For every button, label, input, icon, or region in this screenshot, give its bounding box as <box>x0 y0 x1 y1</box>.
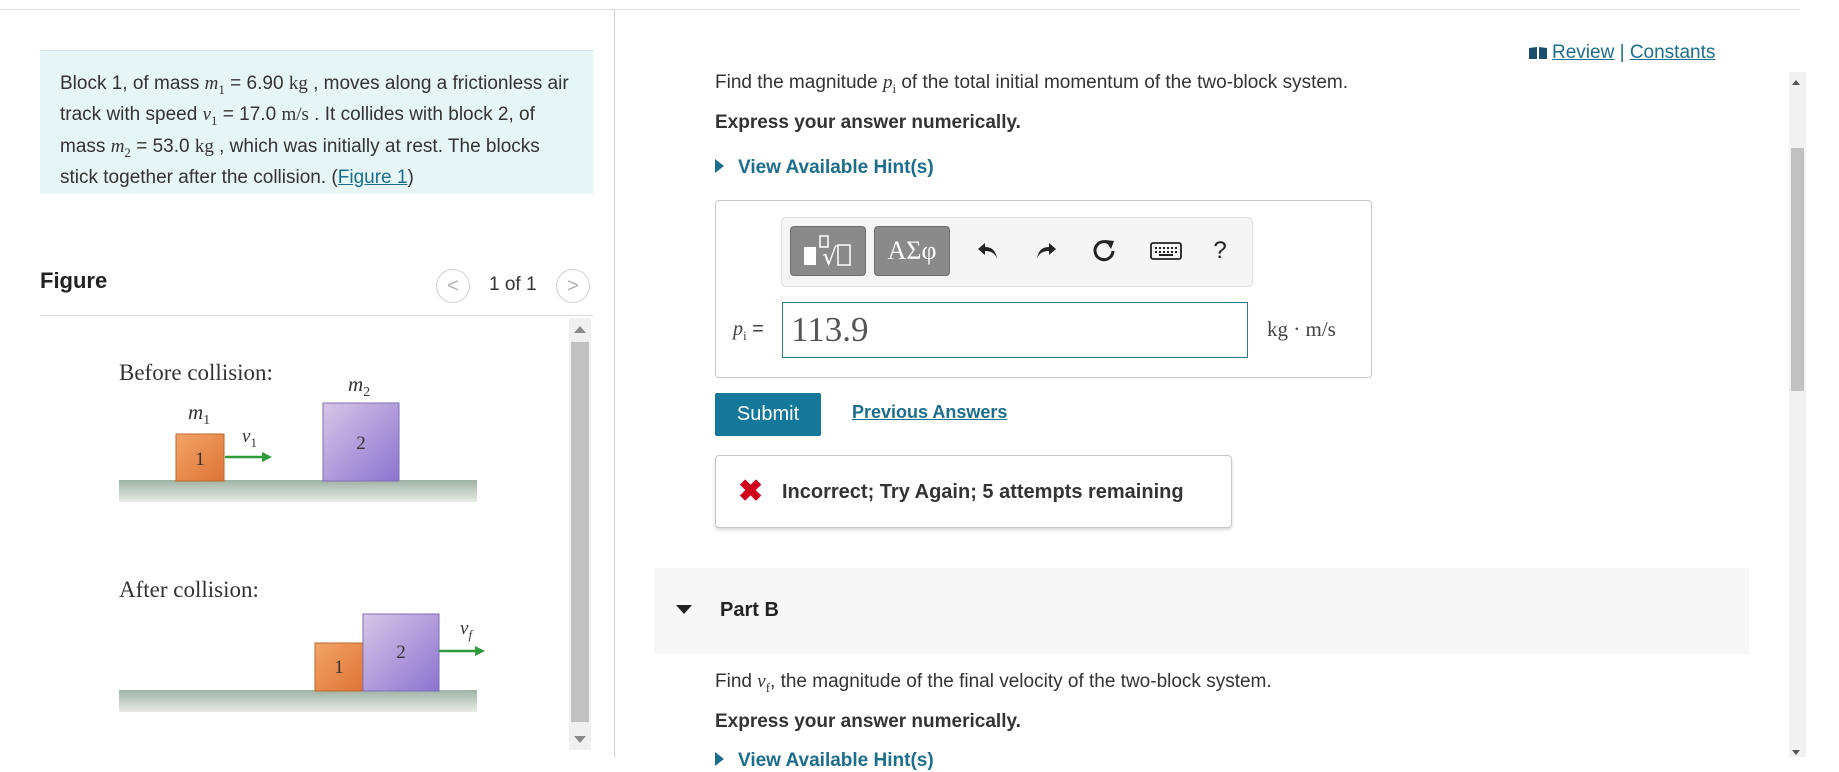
before-collision-label: Before collision: <box>119 360 273 385</box>
m2-label: m2 <box>348 372 370 400</box>
answer-label: pi = <box>733 318 764 343</box>
figure-scroll-thumb[interactable] <box>571 342 589 722</box>
undo-button[interactable] <box>970 232 1006 270</box>
feedback-message: Incorrect; Try Again; 5 attempts remaini… <box>782 481 1184 503</box>
block-2-number: 2 <box>356 433 366 454</box>
problem-text: ) <box>407 166 414 188</box>
previous-answers-link[interactable]: Previous Answers <box>852 402 1007 423</box>
v1-value: = 17.0 <box>217 104 282 126</box>
chevron-right-icon: > <box>567 274 579 297</box>
scroll-up-arrow-icon[interactable] <box>574 326 586 333</box>
feedback-box: ✖ Incorrect; Try Again; 5 attempts remai… <box>715 455 1232 528</box>
incorrect-x-icon: ✖ <box>738 475 764 508</box>
part-b-header[interactable]: Part B <box>654 568 1749 654</box>
figure-scrollbar[interactable] <box>569 318 591 750</box>
redo-button[interactable] <box>1028 232 1064 270</box>
vf-symbol: v <box>757 671 766 692</box>
figure-title: Figure <box>40 268 108 293</box>
undo-icon <box>978 243 997 259</box>
figure-next-button[interactable]: > <box>556 269 590 303</box>
answer-units: kg · m/s <box>1267 317 1336 341</box>
part-b-instruction: Express your answer numerically. <box>715 711 1021 732</box>
caret-right-icon <box>715 751 724 766</box>
m2-unit: kg <box>194 135 214 157</box>
constants-link[interactable]: Constants <box>1630 42 1716 63</box>
m1-symbol: m <box>204 73 219 94</box>
hint-label: View Available Hint(s) <box>738 750 934 771</box>
problem-statement: Block 1, of mass m1 = 6.90 kg , moves al… <box>40 50 593 194</box>
collision-diagram: Before collision: m2 m1 v1 1 2 After col… <box>119 360 485 712</box>
m2-value: = 53.0 <box>130 135 195 157</box>
scroll-down-arrow-icon[interactable] <box>1792 750 1800 755</box>
caret-down-icon <box>676 605 692 614</box>
part-a-instruction: Express your answer numerically. <box>715 112 1021 133</box>
figure-prev-button[interactable]: < <box>436 269 470 303</box>
templates-icon: √ <box>804 235 851 269</box>
figure-link[interactable]: Figure 1 <box>338 167 408 188</box>
resource-links: Review | Constants <box>1528 42 1715 64</box>
reset-icon <box>1093 240 1115 262</box>
keyboard-icon <box>1150 242 1182 260</box>
templates-button[interactable]: √ <box>790 226 866 276</box>
pane-divider <box>614 10 615 757</box>
scroll-down-arrow-icon[interactable] <box>574 736 586 743</box>
help-button[interactable]: ? <box>1202 232 1238 270</box>
m1-unit: kg <box>288 73 308 94</box>
book-icon <box>1529 46 1547 59</box>
m1-value: = 6.90 <box>224 73 289 94</box>
redo-icon <box>1037 243 1056 259</box>
caret-right-icon <box>715 158 724 173</box>
block-1-number: 1 <box>195 449 205 470</box>
block-1-number: 1 <box>334 657 344 678</box>
vf-arrowhead <box>475 646 485 656</box>
link-separator: | <box>1619 42 1625 63</box>
part-b-question: Find vf, the magnitude of the final velo… <box>715 671 1272 695</box>
part-a-question: Find the magnitude pi of the total initi… <box>715 72 1349 96</box>
m1-label: m1 <box>188 400 210 428</box>
submit-button[interactable]: Submit <box>715 393 821 436</box>
greek-symbols-button[interactable]: ΑΣφ <box>874 226 950 276</box>
vf-label: vf <box>460 618 474 642</box>
chevron-left-icon: < <box>447 274 459 297</box>
problem-text: Block 1, of mass <box>60 73 205 94</box>
part-b-hint-toggle[interactable]: View Available Hint(s) <box>715 750 934 772</box>
figure-pager: 1 of 1 <box>489 274 537 295</box>
main-scrollbar[interactable] <box>1789 72 1806 757</box>
review-link[interactable]: Review <box>1552 42 1614 63</box>
main-scroll-thumb[interactable] <box>1791 148 1804 391</box>
hint-label: View Available Hint(s) <box>738 157 934 178</box>
v1-unit: m/s <box>281 104 309 126</box>
math-toolbar: √ ΑΣφ ? <box>781 217 1253 287</box>
answer-input[interactable]: 113.9 <box>782 302 1248 358</box>
top-divider <box>0 9 1800 10</box>
keyboard-button[interactable] <box>1146 232 1186 270</box>
v1-arrowhead <box>262 452 272 462</box>
track-after <box>119 690 477 712</box>
figure-canvas: Before collision: m2 m1 v1 1 2 After col… <box>40 318 570 750</box>
part-a-hint-toggle[interactable]: View Available Hint(s) <box>715 157 934 179</box>
reset-button[interactable] <box>1086 232 1122 270</box>
figure-separator <box>40 315 593 316</box>
part-b-title: Part B <box>720 599 779 621</box>
block-2-number: 2 <box>396 642 406 663</box>
m2-symbol: m <box>110 135 125 157</box>
track-before <box>119 480 477 502</box>
after-collision-label: After collision: <box>119 577 259 602</box>
v1-symbol: v <box>202 104 212 126</box>
v1-label: v1 <box>242 426 257 450</box>
scroll-up-arrow-icon[interactable] <box>1792 80 1800 85</box>
svg-text:√: √ <box>822 243 838 269</box>
